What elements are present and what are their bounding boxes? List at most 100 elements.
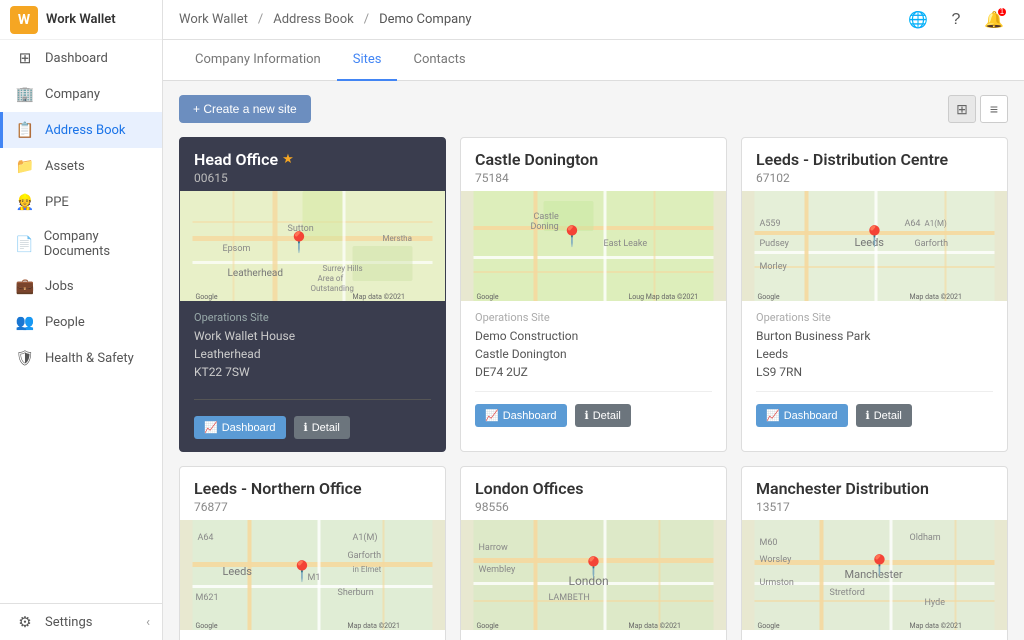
site-card-leeds-northern: Leeds - Northern Office 76877 A64 A	[179, 466, 446, 640]
site-name-manchester-distribution: Manchester Distribution	[756, 479, 993, 498]
site-map-leeds-northern: A64 A1(M) Leeds Garforth in Elmet M1 M62…	[180, 520, 445, 630]
breadcrumb-work-wallet[interactable]: Work Wallet	[179, 12, 248, 27]
tabs-bar: Company Information Sites Contacts	[163, 40, 1024, 81]
site-map-castle-donington: Castle Doning East Leake Google Loug Map…	[461, 191, 726, 301]
globe-button[interactable]: 🌐	[904, 6, 932, 34]
sidebar-item-settings[interactable]: ⚙ Settings ‹	[0, 604, 162, 640]
site-card-leeds-distribution: Leeds - Distribution Centre 67102	[741, 137, 1008, 452]
sidebar-item-company-documents[interactable]: 📄 Company Documents	[0, 220, 162, 268]
svg-text:Map data ©2021: Map data ©2021	[629, 622, 681, 630]
map-pin-leeds-northern: 📍	[289, 559, 314, 583]
tab-sites[interactable]: Sites	[337, 40, 398, 81]
svg-text:Area of: Area of	[318, 274, 344, 283]
site-card-manchester-distribution: Manchester Distribution 13517 M60	[741, 466, 1008, 640]
ppe-icon: 👷	[15, 193, 35, 211]
sidebar-item-address-book[interactable]: 📋 Address Book	[0, 112, 162, 148]
svg-text:Map data ©2021: Map data ©2021	[348, 622, 400, 630]
dashboard-button-leeds-distribution[interactable]: 📈 Dashboard	[756, 404, 848, 427]
site-code-head-office: 00615	[194, 171, 431, 185]
site-info-leeds-distribution: Operations Site Burton Business Park Lee…	[742, 301, 1007, 391]
svg-text:Epsom: Epsom	[223, 244, 251, 254]
svg-text:in Elmet: in Elmet	[353, 565, 382, 574]
detail-button-head-office[interactable]: ℹ Detail	[294, 416, 350, 439]
sidebar-item-ppe[interactable]: 👷 PPE	[0, 184, 162, 220]
map-pin-head-office: 📍	[287, 230, 312, 254]
logo-letter: W	[18, 12, 30, 28]
sidebar-item-label: Company Documents	[44, 229, 150, 259]
tab-contacts[interactable]: Contacts	[397, 40, 481, 81]
sidebar-item-health-safety[interactable]: 🛡 Health & Safety	[0, 340, 162, 376]
svg-text:LAMBETH: LAMBETH	[549, 593, 590, 603]
notification-badge: 1	[998, 8, 1006, 16]
svg-text:Doning: Doning	[531, 222, 559, 232]
site-map-leeds-distribution: A559 A64 Leeds Pudsey Garforth A1(M) Mor…	[742, 191, 1007, 301]
star-icon: ★	[282, 152, 294, 167]
site-code-leeds-northern: 76877	[194, 500, 431, 514]
sidebar-item-label: People	[45, 315, 85, 330]
svg-text:Google: Google	[477, 622, 499, 630]
svg-text:A1(M): A1(M)	[925, 219, 947, 228]
sidebar-item-label: Address Book	[45, 123, 125, 138]
view-toggle: ⊞ ≡	[948, 95, 1008, 123]
detail-button-castle-donington[interactable]: ℹ Detail	[575, 404, 631, 427]
svg-text:M621: M621	[196, 593, 219, 603]
help-button[interactable]: ?	[942, 6, 970, 34]
site-name-leeds-distribution: Leeds - Distribution Centre	[756, 150, 993, 169]
site-name-castle-donington: Castle Donington	[475, 150, 712, 169]
app-name: Work Wallet	[46, 12, 116, 27]
sidebar-item-label: PPE	[45, 195, 69, 210]
create-site-button[interactable]: + Create a new site	[179, 95, 311, 123]
notifications-button[interactable]: 🔔 1	[980, 6, 1008, 34]
sidebar-item-company[interactable]: 🏢 Company	[0, 76, 162, 112]
map-pin-castle-donington: 📍	[560, 224, 585, 248]
svg-text:Leeds: Leeds	[223, 565, 253, 578]
site-card-actions-head-office: 📈 Dashboard ℹ Detail	[180, 408, 445, 451]
svg-text:Morley: Morley	[760, 262, 788, 272]
site-map-head-office: Sutton Epsom Leatherhead Surrey Hills Ar…	[180, 191, 445, 301]
sidebar-settings-label: Settings	[45, 615, 92, 630]
svg-text:Google: Google	[758, 622, 780, 630]
chart-icon: 📈	[485, 409, 499, 422]
dashboard-button-head-office[interactable]: 📈 Dashboard	[194, 416, 286, 439]
svg-text:Sherburn: Sherburn	[338, 588, 374, 598]
info-icon: ℹ	[585, 409, 589, 422]
detail-button-leeds-distribution[interactable]: ℹ Detail	[856, 404, 912, 427]
site-card-head-office: Head Office ★ 00615	[179, 137, 446, 452]
list-view-button[interactable]: ≡	[980, 95, 1008, 123]
settings-icon: ⚙	[15, 613, 35, 631]
dashboard-button-castle-donington[interactable]: 📈 Dashboard	[475, 404, 567, 427]
grid-view-button[interactable]: ⊞	[948, 95, 976, 123]
address-leeds-distribution: Burton Business Park Leeds LS9 7RN	[756, 327, 993, 381]
card-divider-leeds-distribution	[756, 391, 993, 392]
svg-text:Google: Google	[758, 293, 780, 301]
sidebar-item-label: Company	[45, 87, 100, 102]
site-map-london-offices: Harrow Wembley London LAMBETH Google Map…	[461, 520, 726, 630]
sidebar-item-people[interactable]: 👥 People	[0, 304, 162, 340]
documents-icon: 📄	[15, 235, 34, 253]
site-info-manchester-distribution: Operations Site	[742, 630, 1007, 640]
svg-text:Google: Google	[477, 293, 499, 301]
card-divider-castle-donington	[475, 391, 712, 392]
site-info-london-offices: Operations Site	[461, 630, 726, 640]
site-card-castle-donington: Castle Donington 75184	[460, 137, 727, 452]
sidebar-item-label: Jobs	[45, 279, 74, 294]
ops-label-leeds-distribution: Operations Site	[756, 311, 993, 324]
svg-text:Google: Google	[196, 622, 218, 630]
svg-text:A1(M): A1(M)	[353, 532, 378, 543]
tab-company-information[interactable]: Company Information	[179, 40, 337, 81]
sidebar-item-jobs[interactable]: 💼 Jobs	[0, 268, 162, 304]
svg-text:M60: M60	[760, 538, 778, 548]
dashboard-icon: ⊞	[15, 49, 35, 67]
site-card-london-offices: London Offices 98556 Harrow	[460, 466, 727, 640]
sidebar-item-label: Dashboard	[45, 51, 108, 66]
sidebar-item-dashboard[interactable]: ⊞ Dashboard	[0, 40, 162, 76]
breadcrumb-address-book[interactable]: Address Book	[273, 12, 353, 27]
address-head-office: Work Wallet House Leatherhead KT22 7SW	[194, 327, 431, 381]
sidebar-item-label: Assets	[45, 159, 85, 174]
sidebar-toggle-icon[interactable]: ‹	[146, 615, 150, 630]
health-safety-icon: 🛡	[15, 349, 35, 367]
map-pin-london-offices: 📍	[581, 555, 606, 579]
site-info-head-office: Operations Site Work Wallet House Leathe…	[180, 301, 445, 391]
site-code-leeds-distribution: 67102	[756, 171, 993, 185]
sidebar-item-assets[interactable]: 📁 Assets	[0, 148, 162, 184]
